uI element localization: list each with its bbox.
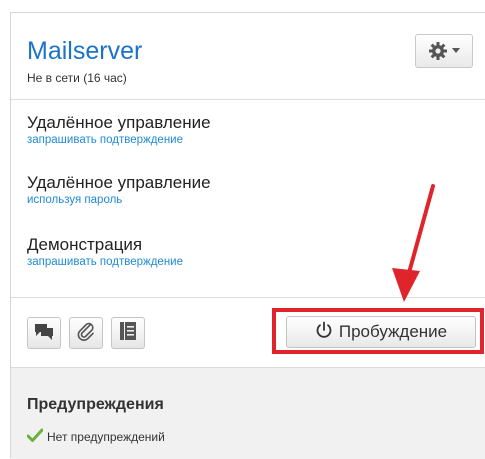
device-panel: Mailserver Не в сети (16 час) Удалённое … [10, 12, 485, 459]
device-toolbar: Пробуждение [11, 297, 485, 367]
warnings-section: Предупреждения Нет предупреждений [11, 367, 485, 459]
no-warnings-text: Нет предупреждений [47, 429, 165, 444]
wake-up-button[interactable]: Пробуждение [286, 316, 476, 348]
header-divider [11, 99, 485, 100]
power-icon [315, 321, 333, 344]
action-title: Удалённое управление [27, 113, 211, 132]
action-subtitle: используя пароль [27, 194, 123, 206]
gear-icon [428, 41, 448, 61]
warnings-title: Предупреждения [27, 396, 164, 413]
device-header: Mailserver Не в сети (16 час) [11, 13, 485, 99]
caret-down-icon [452, 48, 460, 54]
chat-icon [34, 322, 54, 345]
no-warnings-row: Нет предупреждений [26, 428, 165, 445]
attach-file-button[interactable] [69, 317, 103, 349]
wake-up-label: Пробуждение [338, 322, 448, 341]
device-title: Mailserver [27, 37, 143, 65]
action-demonstration[interactable]: Демонстрация запрашивать подтверждение [27, 235, 183, 269]
action-title: Удалённое управление [27, 173, 211, 192]
document-list-icon [119, 321, 137, 346]
action-subtitle: запрашивать подтверждение [27, 256, 184, 268]
action-subtitle: запрашивать подтверждение [27, 134, 184, 146]
device-status: Не в сети (16 час) [27, 71, 127, 85]
checkmark-icon [26, 428, 44, 445]
action-remote-control-confirm[interactable]: Удалённое управление запрашивать подтвер… [27, 113, 211, 147]
action-title: Демонстрация [27, 235, 143, 254]
chat-button[interactable] [27, 317, 61, 349]
action-remote-control-password[interactable]: Удалённое управление используя пароль [27, 173, 211, 207]
settings-menu-button[interactable] [415, 34, 473, 68]
paperclip-icon [76, 321, 96, 346]
details-button[interactable] [111, 317, 145, 349]
